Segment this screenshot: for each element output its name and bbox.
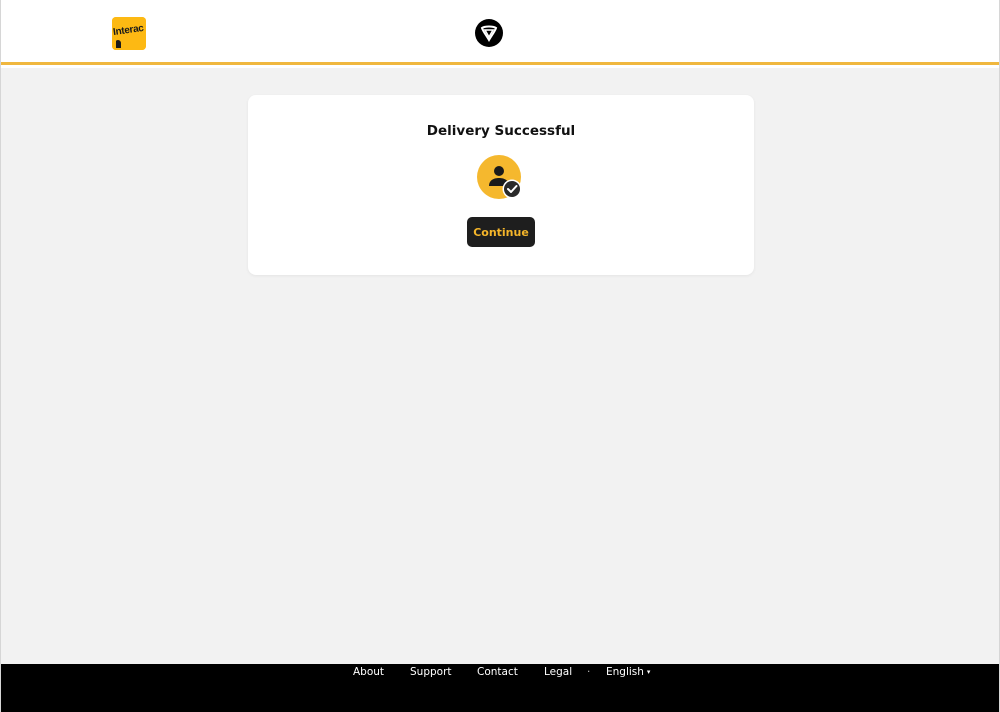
language-selector[interactable]: English ▾ [606,666,650,678]
footer-link-about[interactable]: About [353,666,384,678]
language-label: English [606,666,644,678]
footer-link-legal[interactable]: Legal [544,666,572,678]
caret-down-icon: ▾ [646,668,651,676]
footer-link-support[interactable]: Support [410,666,452,678]
card-title: Delivery Successful [426,123,576,139]
continue-button[interactable]: Continue [467,217,535,247]
header: Interac [1,0,999,65]
delivery-status-card: Delivery Successful Continue [248,95,754,275]
footer: About Support Contact Legal · English ▾ [1,664,999,712]
page: Interac Delivery Successful Continue Abo… [0,0,1000,712]
ontario-trillium-icon[interactable] [475,19,503,47]
footer-separator: · [587,666,591,678]
user-check-icon [477,155,522,199]
footer-link-contact[interactable]: Contact [477,666,518,678]
interac-logo[interactable]: Interac [112,17,146,50]
main-content: Delivery Successful Continue [1,68,999,664]
